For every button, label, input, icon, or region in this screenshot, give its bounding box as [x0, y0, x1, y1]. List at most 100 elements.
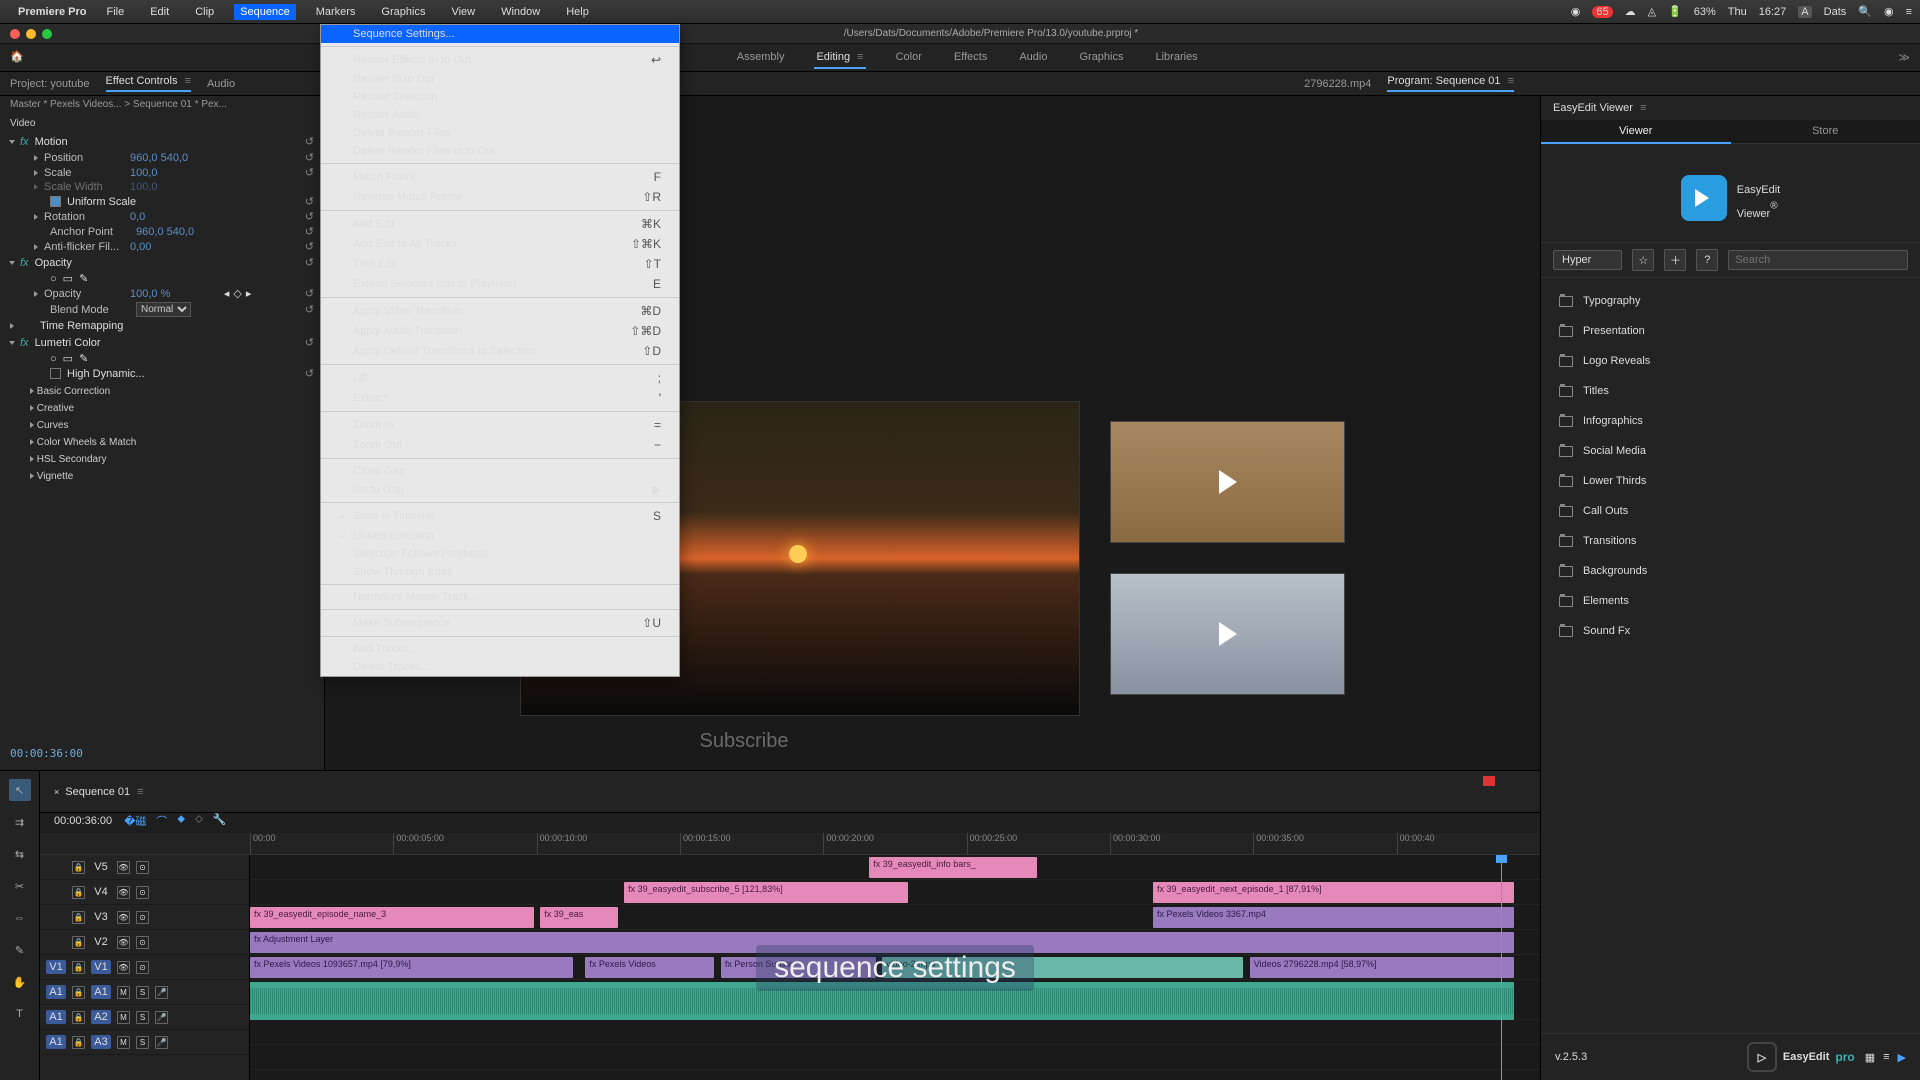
blend-mode-select[interactable]: Normal: [136, 302, 191, 317]
track-target[interactable]: V5: [91, 860, 111, 874]
workspace-libraries[interactable]: Libraries: [1154, 47, 1200, 69]
reset-icon[interactable]: ↺: [305, 240, 314, 253]
toggle-output-icon[interactable]: 👁: [117, 861, 130, 874]
rect-mask-icon[interactable]: ▭: [63, 272, 73, 285]
track-header[interactable]: 🔒V3👁⊙: [40, 905, 249, 930]
menu-file[interactable]: File: [100, 4, 130, 20]
prop-scale[interactable]: Scale100,0↺: [10, 165, 314, 180]
menu-sequence[interactable]: Sequence: [234, 4, 296, 20]
clips-area[interactable]: sequence settings fx 39_easyedit_info ba…: [250, 855, 1540, 1080]
lock-icon[interactable]: 🔒: [72, 861, 85, 874]
checkbox-hdr[interactable]: [50, 368, 61, 379]
source-patch[interactable]: A1: [46, 985, 66, 999]
workspace-assembly[interactable]: Assembly: [735, 47, 787, 69]
rect-mask-icon[interactable]: ▭: [63, 352, 73, 365]
track-header[interactable]: 🔒V5👁⊙: [40, 855, 249, 880]
toggle-output-icon[interactable]: 👁: [117, 936, 130, 949]
menu-item[interactable]: Delete Tracks...: [321, 658, 679, 676]
ripple-tool-icon[interactable]: ⇆: [9, 843, 31, 865]
menu-item[interactable]: ✓Snap in TimelineS: [321, 506, 679, 526]
toggle-output-icon[interactable]: M: [117, 986, 130, 999]
timeline-clip[interactable]: fx 39_easyedit_subscribe_5 [121,83%]: [624, 882, 908, 903]
user-icon[interactable]: A: [1798, 6, 1811, 18]
chevron-right-icon[interactable]: [30, 439, 34, 445]
workspace-audio[interactable]: Audio: [1017, 47, 1049, 69]
prop-blend[interactable]: Blend ModeNormal↺: [10, 301, 314, 318]
category-item[interactable]: Typography: [1541, 286, 1920, 316]
battery-icon[interactable]: 🔋: [1668, 5, 1682, 18]
wrench-icon[interactable]: 🔧: [213, 813, 227, 829]
prop-anchor[interactable]: Anchor Point960,0 540,0↺: [10, 224, 314, 239]
reset-icon[interactable]: ↺: [305, 367, 314, 380]
track-select-tool-icon[interactable]: ⇉: [9, 811, 31, 833]
notif-icon[interactable]: 65: [1592, 6, 1612, 18]
lumetri-section[interactable]: Curves: [0, 417, 324, 434]
pen-mask-icon[interactable]: ✎: [79, 352, 88, 365]
menu-item[interactable]: Render In to Out: [321, 70, 679, 88]
tab-audio[interactable]: Audio: [207, 78, 235, 90]
playhead[interactable]: [1501, 855, 1502, 1080]
track-target[interactable]: V2: [91, 935, 111, 949]
prop-rotation[interactable]: Rotation0,0↺: [10, 209, 314, 224]
category-item[interactable]: Backgrounds: [1541, 556, 1920, 586]
lock-icon[interactable]: 🔒: [72, 936, 85, 949]
lumetri-section[interactable]: Vignette: [0, 468, 324, 485]
timeline-clip[interactable]: fx 39_eas: [540, 907, 617, 928]
menu-item[interactable]: Delete Render Files: [321, 124, 679, 142]
tab-program[interactable]: Program: Sequence 01 ≡: [1387, 75, 1514, 92]
marker-add-icon[interactable]: ⬥: [177, 813, 185, 829]
menu-item[interactable]: Make Subsequence⇧U: [321, 613, 679, 633]
track-target[interactable]: V1: [91, 960, 111, 974]
reset-icon[interactable]: ↺: [305, 135, 314, 148]
sync-lock-icon[interactable]: ⊙: [136, 911, 149, 924]
next-video-thumb-1[interactable]: [1110, 421, 1345, 543]
hand-tool-icon[interactable]: ✋: [9, 971, 31, 993]
menu-item[interactable]: Render Effects In to Out↩: [321, 50, 679, 70]
menu-item[interactable]: Sequence Settings...: [321, 25, 679, 43]
slip-tool-icon[interactable]: ⇔: [9, 907, 31, 929]
fx-lumetri[interactable]: fxLumetri Color↺: [10, 334, 314, 351]
menu-item[interactable]: Zoom In=: [321, 415, 679, 435]
tab-prog-menu-icon[interactable]: ≡: [1508, 75, 1514, 87]
menu-edit[interactable]: Edit: [144, 4, 175, 20]
menu-item[interactable]: Trim Edit⇧T: [321, 254, 679, 274]
menu-item[interactable]: Reverse Match Frame⇧R: [321, 187, 679, 207]
chevron-right-icon[interactable]: [34, 214, 38, 220]
track-header[interactable]: A1🔒A1MS🎤: [40, 980, 249, 1005]
toggle-output-icon[interactable]: M: [117, 1036, 130, 1049]
reset-icon[interactable]: ↺: [305, 303, 314, 316]
settings-icon[interactable]: ⬦: [195, 813, 203, 829]
reset-icon[interactable]: ↺: [305, 195, 314, 208]
reset-icon[interactable]: ↺: [305, 336, 314, 349]
workspace-editing[interactable]: Editing ≡: [814, 47, 865, 69]
menu-window[interactable]: Window: [495, 4, 546, 20]
reset-icon[interactable]: ↺: [305, 225, 314, 238]
chevron-right-icon[interactable]: [30, 405, 34, 411]
track-header[interactable]: V1🔒V1👁⊙: [40, 955, 249, 980]
chevron-right-icon[interactable]: [34, 155, 38, 161]
source-patch[interactable]: A1: [46, 1035, 66, 1049]
toggle-output-icon[interactable]: 👁: [117, 911, 130, 924]
category-item[interactable]: Logo Reveals: [1541, 346, 1920, 376]
menu-item[interactable]: Show Through Edits: [321, 563, 679, 581]
fx-timeremap[interactable]: Time Remapping: [10, 318, 314, 334]
linked-sel-icon[interactable]: ⌒: [156, 813, 167, 829]
source-patch[interactable]: V1: [46, 960, 66, 974]
prop-highdyn[interactable]: High Dynamic...↺: [10, 366, 314, 381]
seq-menu-icon[interactable]: ≡: [137, 786, 143, 798]
play-preview-icon[interactable]: ▶: [1898, 1051, 1906, 1064]
fx-motion[interactable]: fxMotion↺: [10, 133, 314, 150]
chevron-right-icon[interactable]: [30, 422, 34, 428]
menu-item[interactable]: Apply Default Transitions to Selection⇧D: [321, 341, 679, 361]
menu-item[interactable]: Add Edit⌘K: [321, 214, 679, 234]
reset-icon[interactable]: ↺: [305, 287, 314, 300]
track-header[interactable]: 🔒V4👁⊙: [40, 880, 249, 905]
chevron-right-icon[interactable]: [30, 388, 34, 394]
screen-rec-icon[interactable]: ◉: [1571, 5, 1581, 18]
timeline-clip[interactable]: fx 39_easyedit_next_episode_1 [87,91%]: [1153, 882, 1514, 903]
tab-source[interactable]: 2796228.mp4: [1304, 78, 1371, 90]
timeline-clip[interactable]: fx Pexels Videos: [585, 957, 714, 978]
timeline-sequence-name[interactable]: Sequence 01 ≡: [65, 786, 143, 798]
lumetri-section[interactable]: Basic Correction: [0, 383, 324, 400]
workspace-effects[interactable]: Effects: [952, 47, 989, 69]
